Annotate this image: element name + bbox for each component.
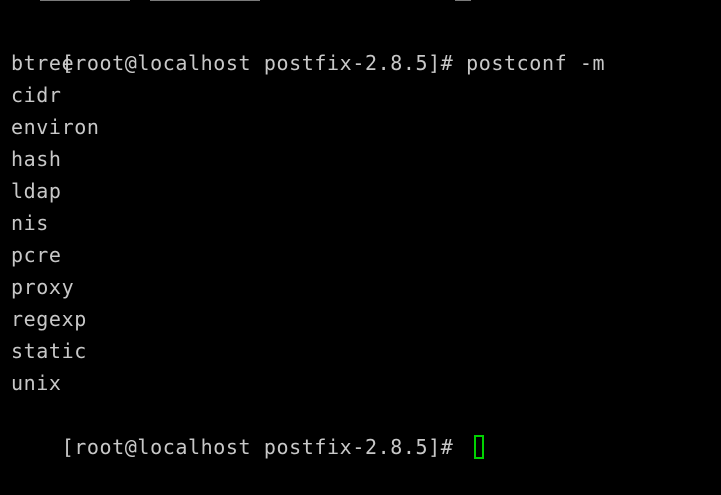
- output-line: ldap: [11, 179, 62, 203]
- output-line: environ: [11, 115, 100, 139]
- command-text: postconf -m: [466, 51, 606, 75]
- output-line: unix: [11, 371, 62, 395]
- output-line: cidr: [11, 83, 62, 107]
- current-prompt-line[interactable]: [root@localhost postfix-2.8.5]#: [11, 399, 721, 459]
- text-cursor: [474, 434, 485, 459]
- output-line: hash: [11, 147, 62, 171]
- command-line: [root@localhost postfix-2.8.5]# postconf…: [11, 15, 721, 75]
- command-output: btree cidr environ hash ldap nis pcre proxy rege…: [11, 47, 721, 399]
- output-line: regexp: [11, 307, 87, 331]
- output-line: static: [11, 339, 87, 363]
- shell-prompt: [root@localhost postfix-2.8.5]#: [61, 51, 467, 75]
- output-line: nis: [11, 211, 49, 235]
- output-line: proxy: [11, 275, 75, 299]
- shell-prompt: [root@localhost postfix-2.8.5]#: [61, 435, 467, 459]
- clipped-previous-line: [0, 0, 721, 6]
- output-line: pcre: [11, 243, 62, 267]
- terminal-window[interactable]: [root@localhost postfix-2.8.5]# postconf…: [0, 0, 721, 459]
